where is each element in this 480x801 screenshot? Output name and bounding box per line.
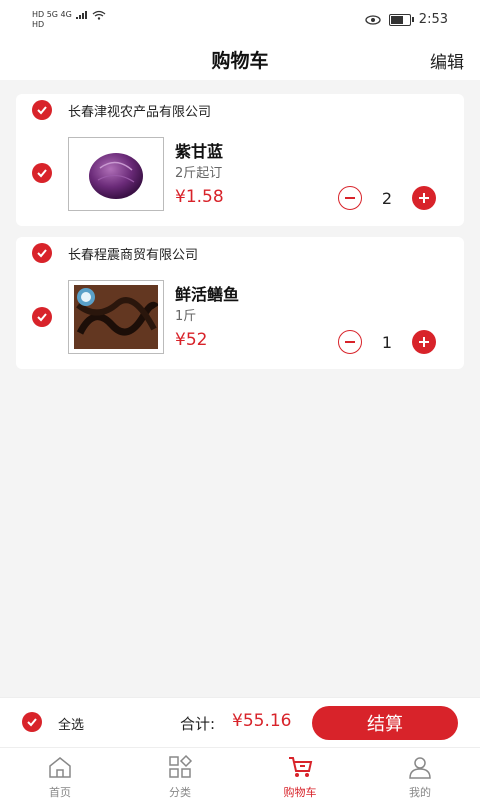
shop-name: 长春程震商贸有限公司 — [68, 247, 199, 263]
signal-icon — [75, 11, 87, 19]
increase-button[interactable] — [412, 186, 436, 210]
shop-card: 长春程震商贸有限公司 鲜活鳝鱼 1斤 ¥52 1 — [16, 237, 464, 369]
tab-label: 购物车 — [283, 786, 317, 799]
plus-icon — [419, 193, 429, 203]
check-icon — [37, 106, 47, 115]
checkout-bar: 全选 合计: ¥55.16 结算 — [0, 697, 480, 748]
check-icon — [27, 718, 37, 727]
tab-label: 首页 — [49, 786, 71, 799]
eye-icon — [365, 14, 381, 25]
tab-label: 我的 — [409, 786, 431, 799]
bottom-tab-bar: 首页 分类 购物车 我的 — [0, 747, 480, 801]
shop-card: 长春津视农产品有限公司 紫甘蓝 2斤起订 ¥1.58 2 — [16, 94, 464, 226]
check-icon — [37, 249, 47, 258]
shop-checkbox[interactable] — [32, 243, 52, 263]
shop-name: 长春津视农产品有限公司 — [68, 104, 212, 120]
battery-icon — [388, 13, 414, 26]
product-price: ¥52 — [175, 330, 208, 350]
quantity-value: 1 — [381, 332, 393, 352]
network-label: HD 5G 4G — [32, 10, 72, 19]
status-bar: HD 5G 4G HD 2:53 — [0, 0, 480, 40]
battery-fill — [390, 15, 403, 24]
eel-image — [74, 285, 158, 349]
item-checkbox[interactable] — [32, 307, 52, 327]
increase-button[interactable] — [412, 330, 436, 354]
select-all-checkbox[interactable] — [22, 712, 42, 732]
product-spec: 1斤 — [175, 309, 197, 324]
minus-icon — [345, 197, 355, 199]
header: 购物车 编辑 — [0, 40, 480, 80]
product-price: ¥1.58 — [175, 187, 224, 207]
edit-button[interactable]: 编辑 — [430, 48, 464, 73]
product-name: 紫甘蓝 — [175, 142, 224, 161]
item-checkbox[interactable] — [32, 163, 52, 183]
checkout-button[interactable]: 结算 — [312, 706, 458, 740]
product-image[interactable] — [68, 280, 164, 354]
category-icon — [169, 754, 193, 778]
home-icon — [49, 757, 71, 778]
product-name: 鲜活鳝鱼 — [175, 285, 240, 304]
quantity-stepper: 2 — [338, 186, 436, 210]
check-icon — [37, 313, 47, 322]
minus-icon — [345, 341, 355, 343]
profile-icon — [409, 757, 431, 779]
tab-home[interactable]: 首页 — [20, 754, 100, 800]
network-label-2: HD — [32, 20, 45, 29]
red-cabbage-image — [89, 153, 143, 199]
tab-category[interactable]: 分类 — [140, 754, 220, 800]
decrease-button[interactable] — [338, 186, 362, 210]
tab-cart[interactable]: 购物车 — [260, 754, 340, 800]
cart-icon — [289, 757, 313, 777]
clock: 2:53 — [418, 12, 448, 27]
total-value: ¥55.16 — [232, 711, 292, 731]
tab-label: 分类 — [169, 786, 191, 799]
product-image[interactable] — [68, 137, 164, 211]
select-all-label[interactable]: 全选 — [58, 714, 84, 733]
tab-profile[interactable]: 我的 — [380, 754, 460, 800]
check-icon — [37, 169, 47, 178]
product-spec: 2斤起订 — [175, 166, 223, 181]
total-label: 合计: — [180, 715, 216, 733]
plus-icon — [419, 337, 429, 347]
shop-checkbox[interactable] — [32, 100, 52, 120]
quantity-stepper: 1 — [338, 330, 436, 354]
page-title: 购物车 — [211, 50, 269, 72]
network-indicators: HD 5G 4G HD — [32, 10, 106, 30]
decrease-button[interactable] — [338, 330, 362, 354]
quantity-value: 2 — [381, 188, 393, 208]
wifi-icon — [92, 10, 106, 20]
